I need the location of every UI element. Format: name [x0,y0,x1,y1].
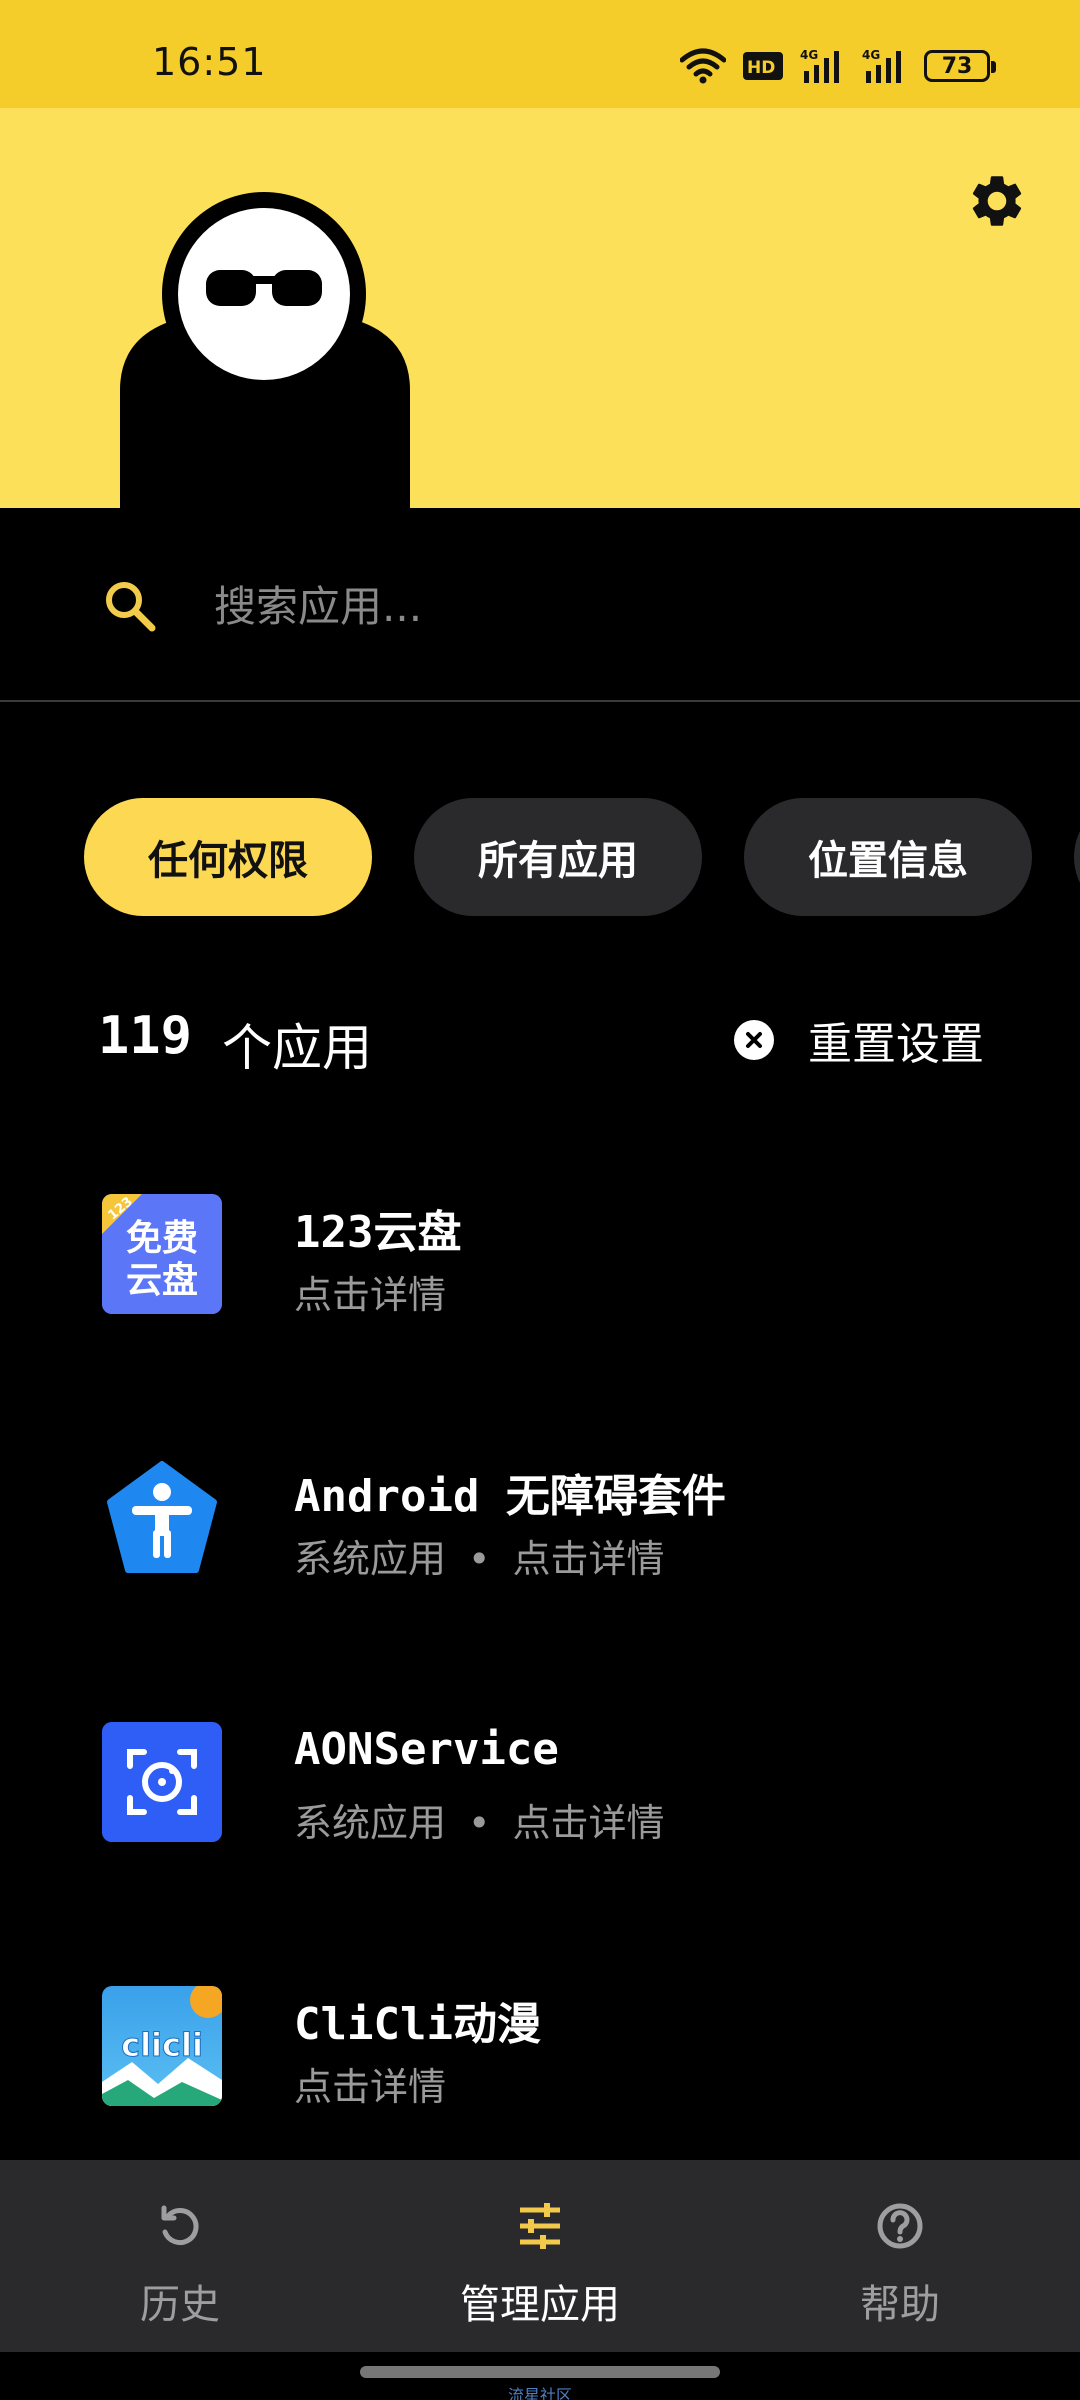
chip-label: 所有应用 [478,838,638,884]
nav-label: 历史 [140,2282,220,2328]
signal-icon: 4G [800,48,839,83]
app-detail-label: 点击详情 [512,1537,665,1581]
gear-icon [972,176,1022,226]
app-tag: 系统应用 [294,1801,447,1845]
app-icon-aonservice [102,1722,222,1842]
summary-row: 119 个应用 重置设置 [0,1000,1080,1080]
list-item-aonservice[interactable]: AONService 系统应用 • 点击详情 [0,1702,1080,1902]
search-bar [0,508,1080,702]
wifi-icon [680,48,726,84]
app-screen: 16:51 HD 4G 4G 73 搜索应用... 任何权限 所有应用 位置信息… [0,0,1080,2400]
filter-chips: 任何权限 所有应用 位置信息 [0,798,1080,916]
bottom-nav: 历史 管理应用 帮助 [0,2160,1080,2352]
chip-label: 任何权限 [148,838,308,884]
search-icon [106,582,156,632]
search-input[interactable] [214,568,1014,644]
reset-settings-label: 重置设置 [808,1019,984,1070]
app-icon-android-accessibility [102,1458,222,1578]
nav-help[interactable]: 帮助 [720,2160,1080,2352]
app-count-label: 个应用 [222,1019,372,1077]
svg-text:clicli: clicli [121,2026,203,2064]
app-detail-label: 点击详情 [294,1273,447,1317]
signal-icon-2: 4G [862,48,901,83]
battery-level: 73 [941,53,973,79]
list-item-123cloud[interactable]: 123 免费 云盘 123云盘 点击详情 [0,1174,1080,1374]
app-count: 119 [98,1006,192,1066]
chip-any-permission[interactable]: 任何权限 [84,798,372,916]
svg-text:4G: 4G [800,48,818,62]
search-divider [0,700,1080,702]
status-icons: HD 4G 4G 73 [680,44,996,88]
mascot-avatar [120,192,410,508]
status-bar: 16:51 HD 4G 4G 73 [0,0,1080,108]
watermark: 流星社区 [507,2386,572,2400]
help-icon [877,2203,923,2249]
battery-icon: 73 [924,50,996,82]
app-icon-123cloud: 123 免费 云盘 [102,1194,222,1314]
app-detail-label: 点击详情 [512,1801,665,1845]
nav-label: 管理应用 [460,2282,620,2328]
app-detail: 系统应用 • 点击详情 [294,1537,665,1581]
header-banner [0,108,1080,508]
app-detail: 系统应用 • 点击详情 [294,1801,665,1845]
chip-more[interactable] [1074,798,1080,916]
app-detail-label: 点击详情 [294,2065,447,2109]
nav-manage-apps[interactable]: 管理应用 [360,2160,720,2352]
close-circle-icon [734,1020,774,1060]
nav-label: 帮助 [860,2282,940,2328]
list-item-clicli[interactable]: clicli CliCli动漫 点击详情 [0,1966,1080,2166]
status-time: 16:51 [152,40,267,84]
settings-button[interactable] [964,168,1030,234]
app-name: 123云盘 [294,1207,462,1258]
app-icon-clicli: clicli [102,1986,222,2106]
app-detail: 点击详情 [294,2056,446,2111]
hd-icon: HD [743,52,783,80]
svg-text:免费: 免费 [126,1218,198,1259]
app-name: AONService [294,1724,559,1775]
svg-text:4G: 4G [862,48,880,62]
gesture-bar[interactable] [360,2366,720,2378]
svg-text:HD: HD [747,58,775,78]
chip-label: 位置信息 [808,838,968,884]
app-tag: 系统应用 [294,1537,447,1581]
svg-text:云盘: 云盘 [126,1259,198,1301]
chip-all-apps[interactable]: 所有应用 [414,798,702,916]
app-detail: 点击详情 [294,1264,446,1319]
tune-icon [520,2203,560,2249]
reset-settings-button[interactable]: 重置设置 [734,1004,984,1076]
app-name: CliCli动漫 [294,1999,541,2050]
history-icon [161,2205,199,2246]
app-name: Android 无障碍套件 [294,1471,726,1522]
chip-location[interactable]: 位置信息 [744,798,1032,916]
list-item-android-accessibility[interactable]: Android 无障碍套件 系统应用 • 点击详情 [0,1438,1080,1638]
nav-history[interactable]: 历史 [0,2160,360,2352]
